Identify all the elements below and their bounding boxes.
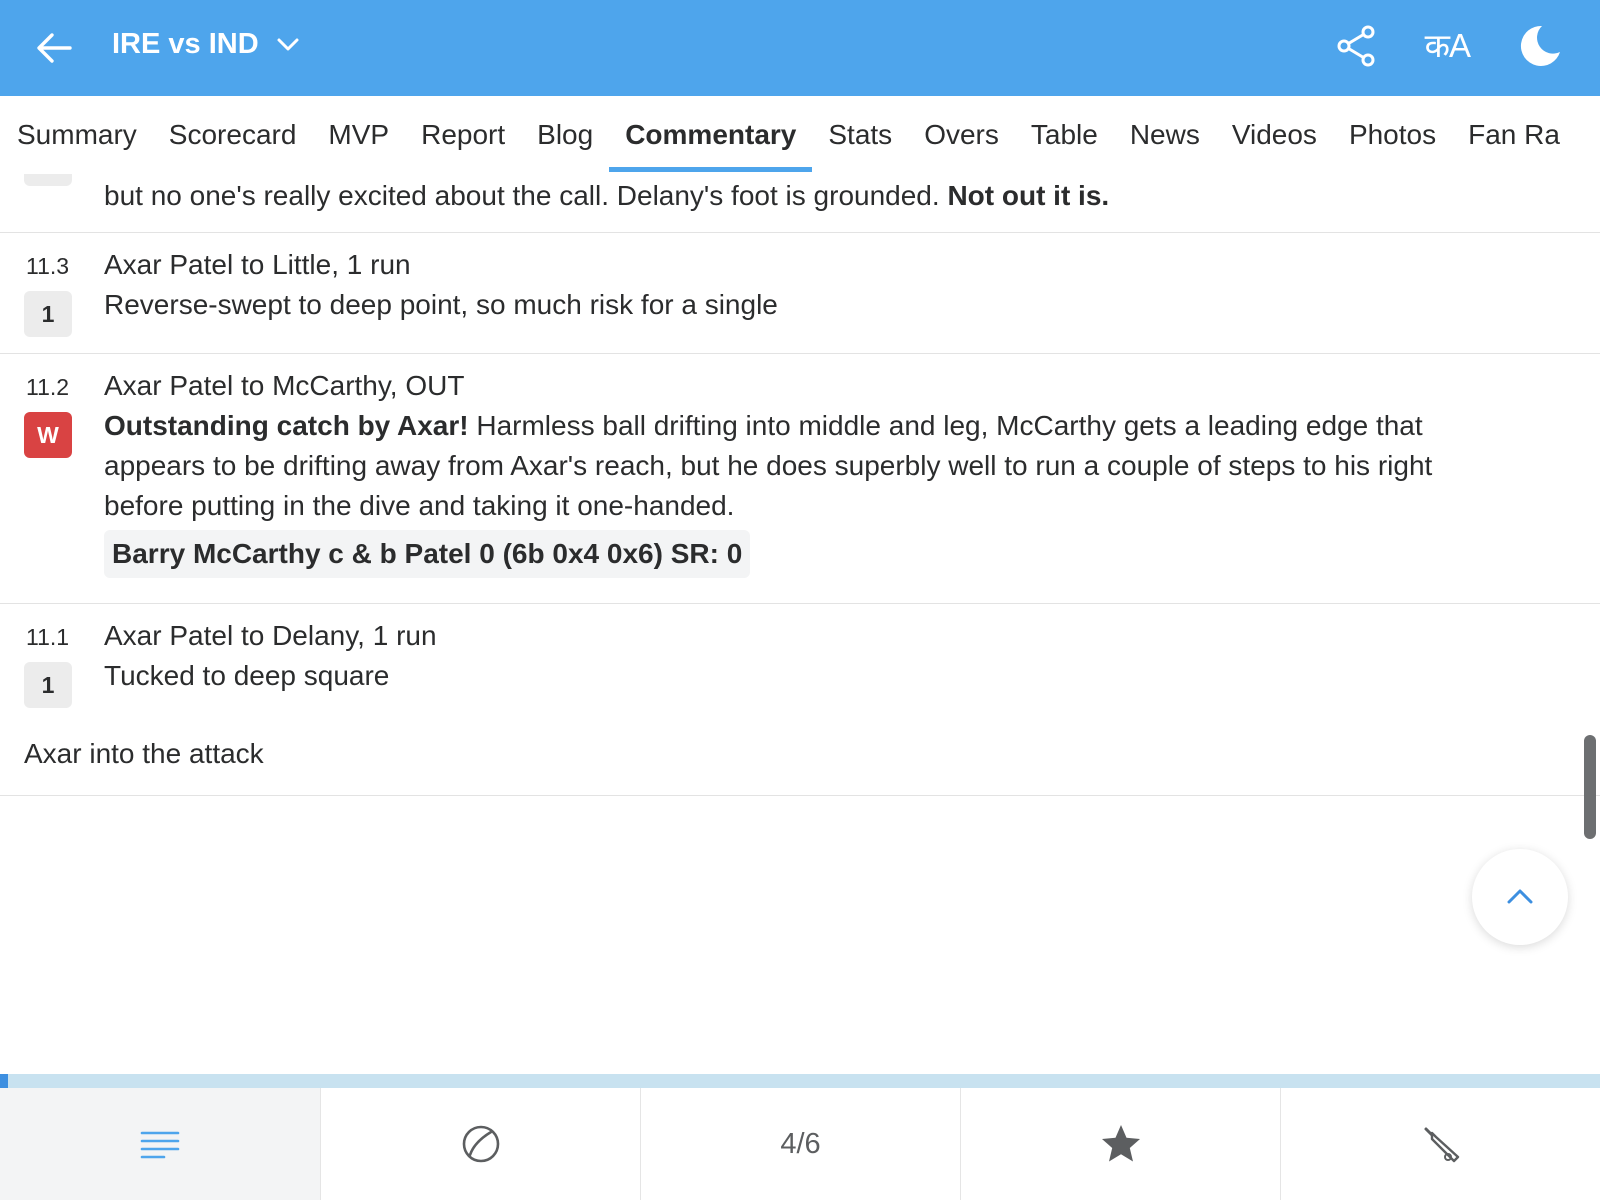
tab-stats[interactable]: Stats — [828, 96, 892, 174]
match-selector[interactable]: IRE vs IND — [112, 28, 301, 61]
scrollbar-thumb[interactable] — [1584, 735, 1596, 839]
tab-commentary[interactable]: Commentary — [609, 96, 813, 174]
tab-table[interactable]: Table — [1031, 96, 1098, 174]
tab-summary[interactable]: Summary — [17, 96, 137, 174]
tab-overs[interactable]: Overs — [924, 96, 999, 174]
commentary-text: Tucked to deep square — [104, 660, 390, 691]
chevron-up-icon — [1507, 889, 1533, 904]
cricket-ball-icon — [462, 1125, 499, 1163]
ball-by-ball-button[interactable] — [320, 1088, 640, 1200]
ball-result-badge: 1 — [24, 662, 72, 708]
commentary-text: Outstanding catch by Axar! Harmless ball… — [104, 410, 1433, 521]
match-title: IRE vs IND — [112, 28, 259, 60]
language-toggle-icon[interactable]: कA — [1425, 22, 1471, 70]
scroll-to-top-button[interactable] — [1472, 849, 1568, 945]
top-app-bar: IRE vs IND कA — [0, 0, 1600, 96]
divider — [0, 795, 1600, 796]
page-indicator-label: 4/6 — [780, 1127, 821, 1160]
commentary-note: Axar into the attack — [24, 738, 264, 769]
commentary-menu-button[interactable] — [0, 1088, 320, 1200]
tab-report[interactable]: Report — [421, 96, 505, 174]
batting-filter-button[interactable] — [1280, 1088, 1600, 1200]
page-indicator[interactable]: 4/6 — [640, 1088, 960, 1200]
back-arrow-icon[interactable] — [34, 28, 74, 68]
commentary-feed: but no one's really excited about the ca… — [0, 174, 1600, 1074]
tab-photos[interactable]: Photos — [1349, 96, 1436, 174]
commentary-item: 11.3 1 Axar Patel to Little, 1 run Rever… — [0, 233, 1600, 354]
share-icon[interactable] — [1333, 22, 1381, 70]
commentary-item: 11.1 1 Axar Patel to Delany, 1 run Tucke… — [0, 604, 1600, 796]
commentary-text: but no one's really excited about the ca… — [104, 180, 1110, 211]
reading-progress-bar — [0, 1074, 1600, 1088]
cricket-bat-icon — [1424, 1127, 1459, 1163]
tab-blog[interactable]: Blog — [537, 96, 593, 174]
tab-news[interactable]: News — [1130, 96, 1200, 174]
dismissal-summary: Barry McCarthy c & b Patel 0 (6b 0x4 0x6… — [104, 530, 751, 578]
key-moments-button[interactable] — [960, 1088, 1280, 1200]
commentary-item-wicket: 11.2 W Axar Patel to McCarthy, OUT Outst… — [0, 354, 1600, 604]
over-number: 11.3 — [26, 253, 70, 279]
bottom-toolbar: 4/6 — [0, 1088, 1600, 1200]
tab-scorecard[interactable]: Scorecard — [169, 96, 297, 174]
commentary-item-partial: but no one's really excited about the ca… — [0, 174, 1600, 233]
star-icon — [1101, 1125, 1140, 1162]
match-tabs: Summary Scorecard MVP Report Blog Commen… — [0, 96, 1600, 174]
ball-title: Axar Patel to McCarthy, OUT — [104, 370, 465, 401]
over-number: 11.2 — [26, 374, 70, 400]
ball-result-badge — [24, 174, 72, 186]
tab-videos[interactable]: Videos — [1232, 96, 1317, 174]
commentary-text: Reverse-swept to deep point, so much ris… — [104, 289, 778, 320]
dark-mode-moon-icon[interactable] — [1514, 22, 1562, 70]
over-number: 11.1 — [26, 624, 70, 650]
header-actions: कA — [1333, 22, 1562, 70]
tab-fan-ratings[interactable]: Fan Ra — [1468, 96, 1560, 174]
tab-mvp[interactable]: MVP — [328, 96, 389, 174]
ball-title: Axar Patel to Little, 1 run — [104, 249, 411, 280]
wicket-badge: W — [24, 412, 72, 458]
ball-result-badge: 1 — [24, 291, 72, 337]
menu-lines-icon — [140, 1131, 180, 1159]
ball-title: Axar Patel to Delany, 1 run — [104, 620, 437, 651]
chevron-down-icon — [277, 38, 299, 50]
progress-fill — [0, 1074, 8, 1088]
